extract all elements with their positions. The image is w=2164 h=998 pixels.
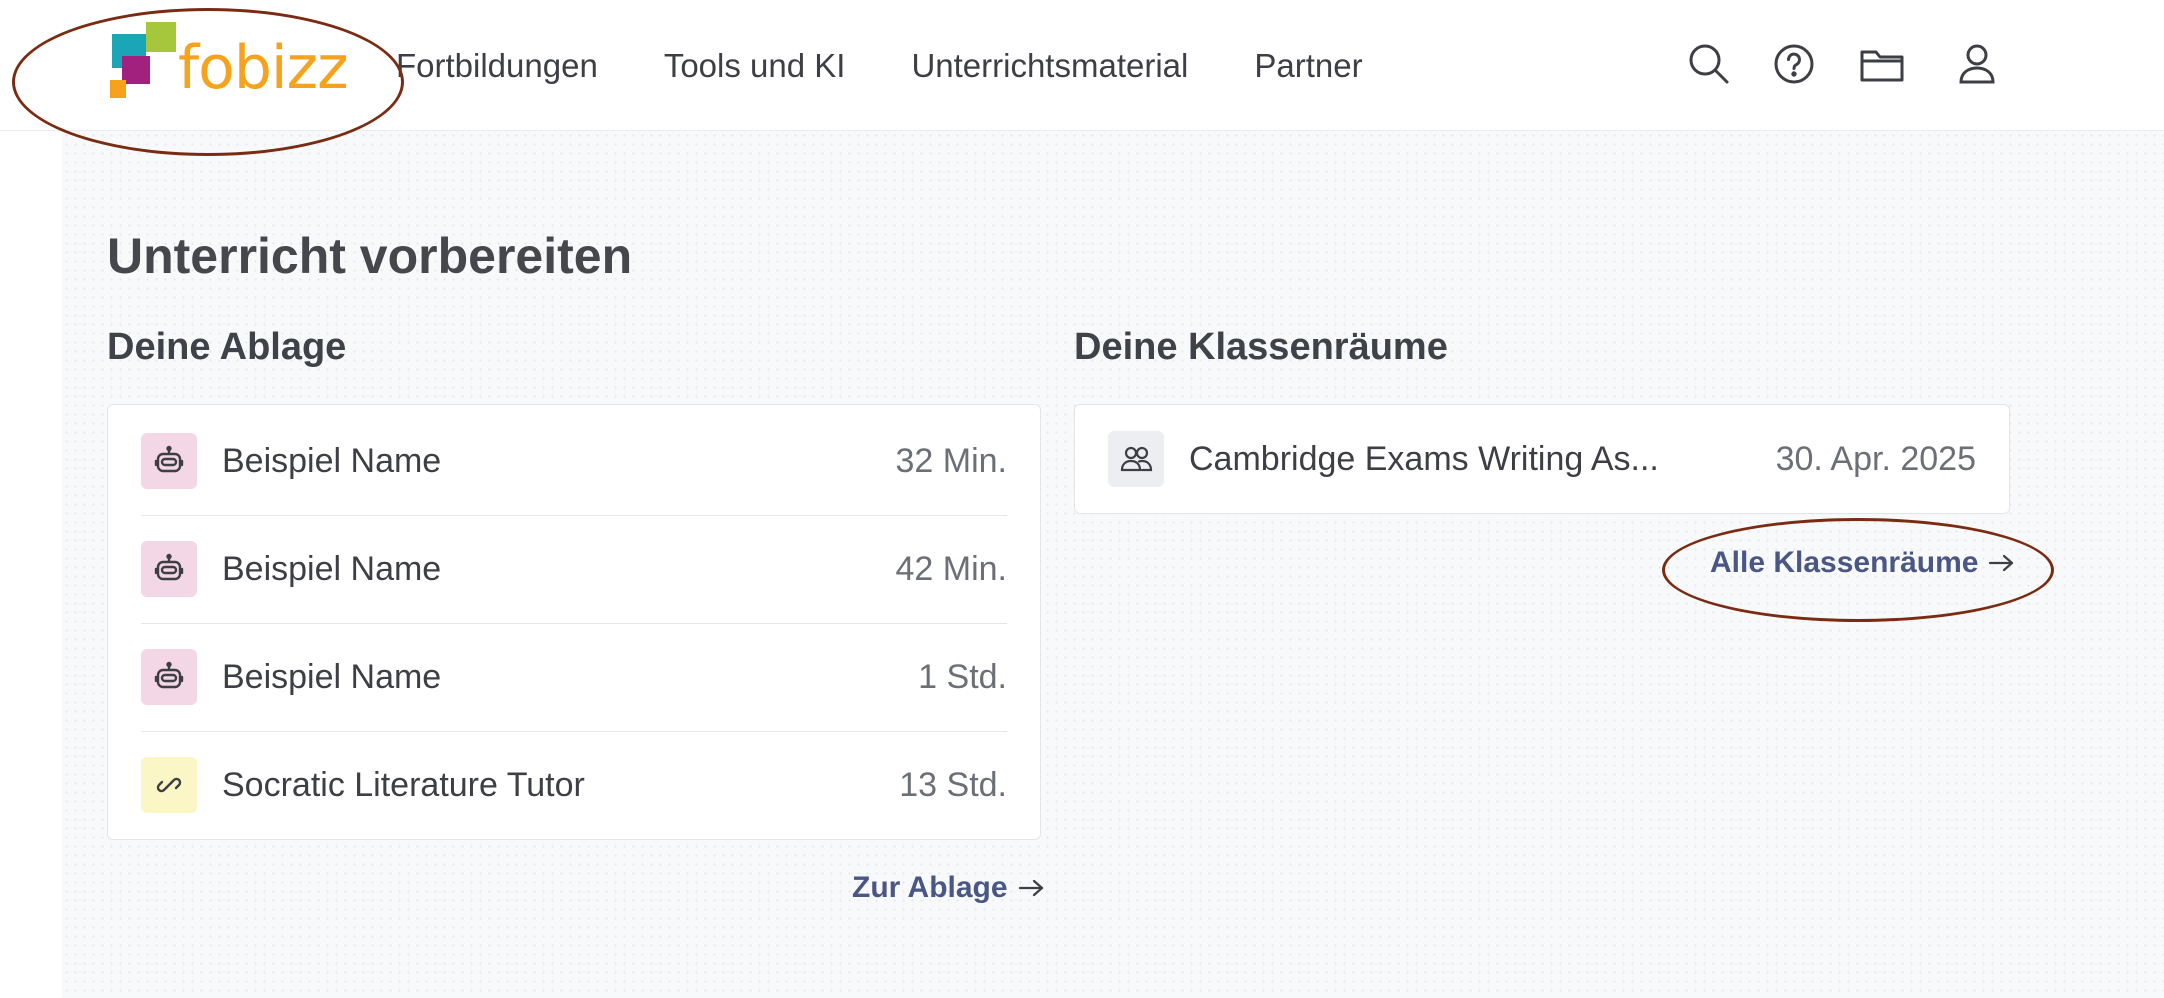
item-time: 1 Std. xyxy=(918,657,1007,696)
folder-icon[interactable] xyxy=(1858,40,1906,88)
ablage-card: Beispiel Name 32 Min. Beispiel Name 42 M… xyxy=(107,404,1041,840)
list-item[interactable]: Beispiel Name 42 Min. xyxy=(141,515,1007,624)
logo-square-orange xyxy=(110,80,126,98)
robot-icon xyxy=(141,649,197,705)
list-item[interactable]: Beispiel Name 1 Std. xyxy=(141,623,1007,732)
main-nav: Fortbildungen Tools und KI Unterrichtsma… xyxy=(396,0,1363,130)
alle-klassenraeume-label: Alle Klassenräume xyxy=(1710,546,1979,579)
robot-icon xyxy=(141,541,197,597)
list-item[interactable]: Socratic Literature Tutor 13 Std. xyxy=(141,731,1007,839)
nav-item-fortbildungen[interactable]: Fortbildungen xyxy=(396,49,598,82)
item-time: 13 Std. xyxy=(899,765,1007,804)
page-title: Unterricht vorbereiten xyxy=(107,228,633,284)
alle-klassenraeume-link[interactable]: Alle Klassenräume xyxy=(1710,545,2016,581)
logo-square-magenta xyxy=(122,56,150,84)
nav-item-unterrichtsmaterial[interactable]: Unterrichtsmaterial xyxy=(911,49,1188,82)
list-item[interactable]: Beispiel Name 32 Min. xyxy=(141,407,1007,516)
logo-wordmark: fobizz xyxy=(178,33,349,103)
nav-item-tools-und-ki[interactable]: Tools und KI xyxy=(664,49,846,82)
item-name: Beispiel Name xyxy=(222,657,442,696)
klassenraeume-card: Cambridge Exams Writing As... 30. Apr. 2… xyxy=(1074,404,2010,514)
zur-ablage-label: Zur Ablage xyxy=(852,871,1008,904)
item-time: 42 Min. xyxy=(895,549,1008,588)
klassenraeume-section-title: Deine Klassenräume xyxy=(1074,326,1448,368)
item-name: Beispiel Name xyxy=(222,549,442,588)
help-icon[interactable] xyxy=(1770,40,1818,88)
item-name: Beispiel Name xyxy=(222,441,442,480)
users-icon xyxy=(1108,431,1164,487)
list-item[interactable]: Cambridge Exams Writing As... 30. Apr. 2… xyxy=(1108,405,1976,513)
search-icon[interactable] xyxy=(1685,40,1733,88)
link-icon xyxy=(141,757,197,813)
top-navigation-bar: fobizz Fortbildungen Tools und KI Unterr… xyxy=(0,0,2164,131)
item-time: 32 Min. xyxy=(895,441,1008,480)
logo-square-green xyxy=(146,22,176,52)
arrow-right-icon xyxy=(1989,554,2014,572)
nav-item-partner[interactable]: Partner xyxy=(1254,49,1362,82)
fobizz-logo[interactable]: fobizz xyxy=(104,18,349,114)
arrow-right-icon xyxy=(1018,879,1043,897)
zur-ablage-link[interactable]: Zur Ablage xyxy=(852,870,1046,906)
ablage-section-title: Deine Ablage xyxy=(107,326,347,368)
item-name: Cambridge Exams Writing As... xyxy=(1189,439,1659,478)
user-icon[interactable] xyxy=(1953,40,2001,88)
item-name: Socratic Literature Tutor xyxy=(222,765,585,804)
robot-icon xyxy=(141,433,197,489)
item-date: 30. Apr. 2025 xyxy=(1775,439,1976,478)
